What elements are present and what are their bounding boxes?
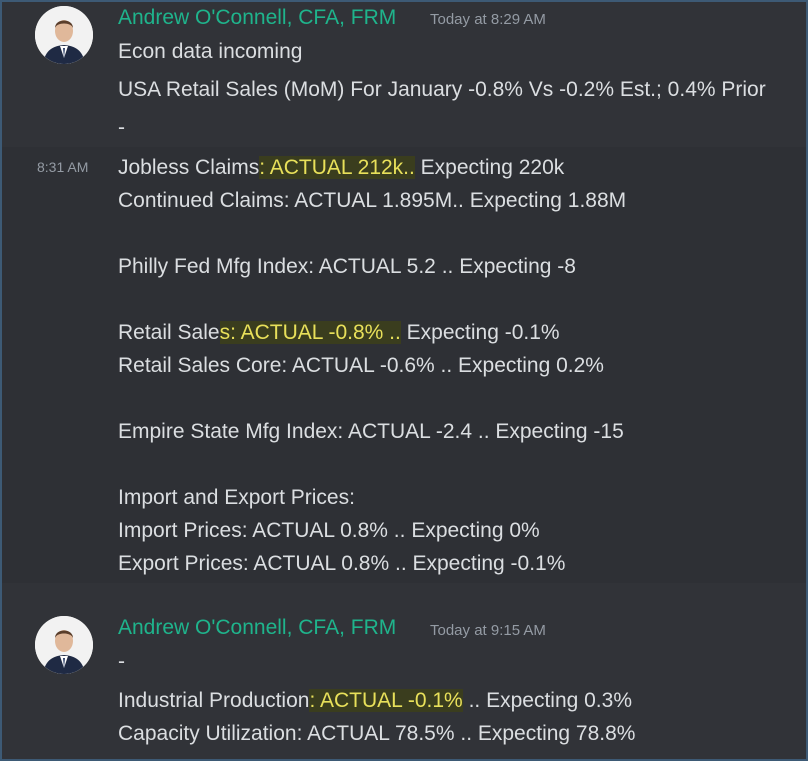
avatar-icon	[35, 6, 93, 64]
retail-sales-expected: Expecting -0.1%	[400, 321, 560, 344]
jobless-claims-expected: Expecting 220k	[414, 156, 565, 179]
message-timestamp[interactable]: Today at 8:29 AM	[430, 11, 546, 28]
import-prices-line: Import Prices: ACTUAL 0.8% .. Expecting …	[118, 519, 540, 542]
retail-sales-line: Retail Sales: ACTUAL -0.8% .. Expecting …	[118, 319, 560, 347]
industrial-production-label: Industrial Production	[118, 689, 310, 712]
avatar-icon	[35, 616, 93, 674]
empire-state-line: Empire State Mfg Index: ACTUAL -2.4 .. E…	[118, 420, 624, 443]
avatar[interactable]	[35, 6, 93, 64]
message-author[interactable]: Andrew O'Connell, CFA, FRM	[118, 6, 396, 30]
retail-sales-core-line: Retail Sales Core: ACTUAL -0.6% .. Expec…	[118, 354, 604, 377]
message-line: Econ data incoming	[118, 40, 303, 63]
export-prices-line: Export Prices: ACTUAL 0.8% .. Expecting …	[118, 552, 566, 575]
message-author[interactable]: Andrew O'Connell, CFA, FRM	[118, 616, 396, 640]
message-line: -	[118, 116, 125, 139]
industrial-production-expected: .. Expecting 0.3%	[462, 689, 632, 712]
jobless-claims-line: Jobless Claims: ACTUAL 212k.. Expecting …	[118, 154, 564, 182]
retail-sales-label: Retail Sale	[118, 321, 220, 344]
message-line: USA Retail Sales (MoM) For January -0.8%…	[118, 78, 766, 101]
philly-fed-line: Philly Fed Mfg Index: ACTUAL 5.2 .. Expe…	[118, 255, 576, 278]
continued-claims-line: Continued Claims: ACTUAL 1.895M.. Expect…	[118, 189, 627, 212]
retail-sales-highlight: s: ACTUAL -0.8% ..	[219, 321, 401, 344]
industrial-production-highlight: : ACTUAL -0.1%	[309, 689, 463, 712]
message-line: -	[118, 650, 125, 673]
industrial-production-line: Industrial Production: ACTUAL -0.1% .. E…	[118, 687, 632, 715]
capacity-utilization-line: Capacity Utilization: ACTUAL 78.5% .. Ex…	[118, 722, 636, 745]
jobless-claims-label: Jobless Claims	[118, 156, 260, 179]
import-export-title: Import and Export Prices:	[118, 486, 355, 509]
message-timestamp[interactable]: 8:31 AM	[37, 159, 88, 175]
jobless-claims-highlight: : ACTUAL 212k..	[259, 156, 415, 179]
message-timestamp[interactable]: Today at 9:15 AM	[430, 622, 546, 639]
avatar[interactable]	[35, 616, 93, 674]
